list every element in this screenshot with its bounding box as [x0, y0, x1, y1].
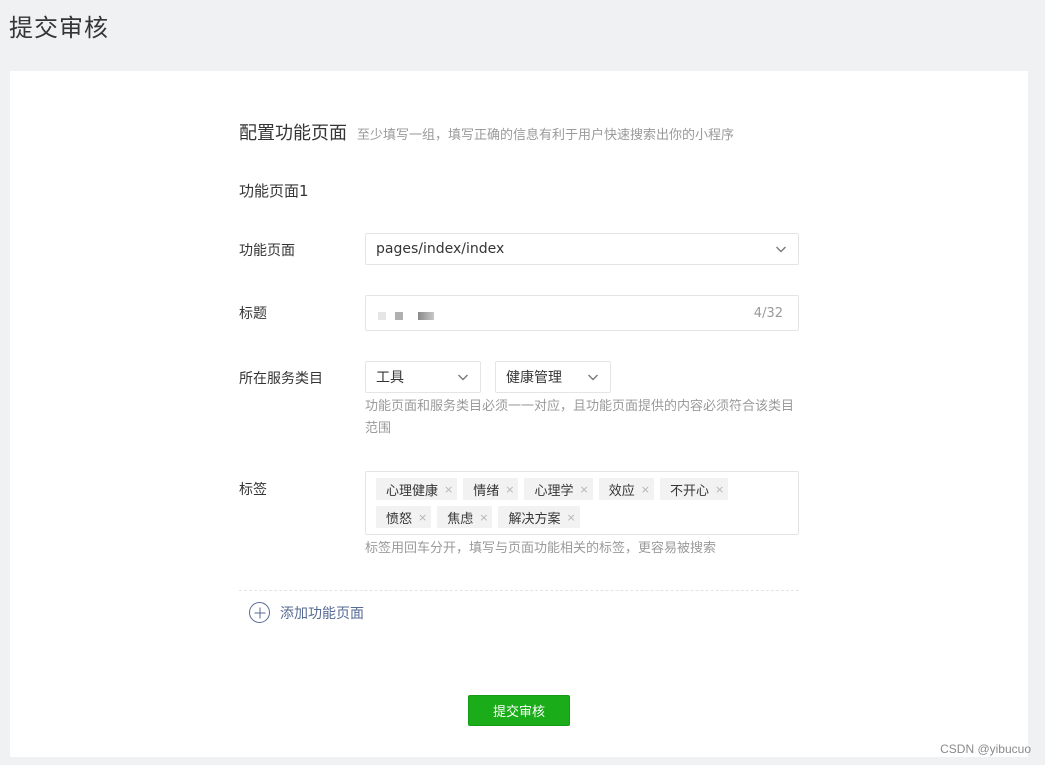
- page-title: 提交审核: [9, 14, 109, 42]
- tag-remove-icon[interactable]: ×: [641, 483, 650, 496]
- category-level2-select[interactable]: 健康管理: [495, 361, 611, 393]
- tag-remove-icon[interactable]: ×: [715, 483, 724, 496]
- tag-label: 不开心: [669, 483, 709, 499]
- watermark: CSDN @yibucuo: [940, 742, 1031, 756]
- section-header: 配置功能页面 至少填写一组，填写正确的信息有利于用户快速搜索出你的小程序: [239, 119, 734, 145]
- plus-circle-icon: [249, 602, 270, 623]
- section-subtitle: 至少填写一组，填写正确的信息有利于用户快速搜索出你的小程序: [357, 128, 735, 143]
- tag-label: 心理学: [534, 483, 574, 499]
- tag-chip: 解决方案 ×: [498, 506, 580, 528]
- add-page-label: 添加功能页面: [280, 605, 364, 622]
- tag-label: 情绪: [473, 483, 500, 499]
- tag-remove-icon[interactable]: ×: [566, 511, 575, 524]
- tag-chip: 不开心 ×: [659, 478, 729, 500]
- category-level1-value: 工具: [376, 370, 404, 386]
- title-input[interactable]: 4/32: [365, 295, 799, 331]
- tag-chip: 心理学 ×: [524, 478, 593, 500]
- page-select-value: pages/index/index: [376, 241, 505, 257]
- tags-input[interactable]: 心理健康 × 情绪 × 心理学 × 效应 × 不开心 × 愤怒 × 焦虑 × 解决方案 ×: [365, 471, 799, 535]
- chevron-down-icon: [588, 374, 598, 381]
- category-field-label: 所在服务类目: [239, 371, 323, 387]
- title-char-counter: 4/32: [753, 306, 783, 321]
- redacted-text-mark: [418, 312, 434, 320]
- chevron-down-icon: [776, 246, 786, 253]
- tag-label: 焦虑: [447, 511, 474, 527]
- form-card: 配置功能页面 至少填写一组，填写正确的信息有利于用户快速搜索出你的小程序 功能页…: [10, 71, 1028, 757]
- tags-field-label: 标签: [239, 482, 267, 498]
- tag-chip: 焦虑 ×: [437, 506, 493, 528]
- tag-remove-icon[interactable]: ×: [444, 483, 453, 496]
- tag-chip: 愤怒 ×: [376, 506, 432, 528]
- tag-label: 效应: [608, 483, 635, 499]
- page-select[interactable]: pages/index/index: [365, 233, 799, 265]
- redacted-text-mark: [378, 312, 386, 320]
- tag-chip: 情绪 ×: [463, 478, 519, 500]
- redacted-text-mark: [395, 312, 403, 320]
- section-title: 配置功能页面: [239, 123, 347, 144]
- add-page-button[interactable]: 添加功能页面: [249, 602, 364, 623]
- category-hint: 功能页面和服务类目必须一一对应，且功能页面提供的内容必须符合该类目范围: [365, 399, 795, 436]
- submit-button[interactable]: 提交审核: [468, 695, 570, 726]
- tag-remove-icon[interactable]: ×: [505, 483, 514, 496]
- page-field-label: 功能页面: [239, 243, 295, 259]
- tag-chip: 心理健康 ×: [376, 478, 458, 500]
- category-level1-select[interactable]: 工具: [365, 361, 481, 393]
- tag-remove-icon[interactable]: ×: [418, 511, 427, 524]
- title-field-label: 标题: [239, 306, 267, 322]
- category-level2-value: 健康管理: [506, 370, 562, 386]
- tag-label: 解决方案: [508, 511, 561, 527]
- tag-label: 愤怒: [386, 511, 413, 527]
- tag-chip: 效应 ×: [598, 478, 654, 500]
- tag-remove-icon[interactable]: ×: [579, 483, 588, 496]
- section-divider: [239, 590, 799, 591]
- tag-label: 心理健康: [386, 483, 439, 499]
- group-title: 功能页面1: [239, 182, 309, 200]
- chevron-down-icon: [458, 374, 468, 381]
- tags-hint: 标签用回车分开，填写与页面功能相关的标签，更容易被搜索: [365, 541, 717, 556]
- tag-remove-icon[interactable]: ×: [479, 511, 488, 524]
